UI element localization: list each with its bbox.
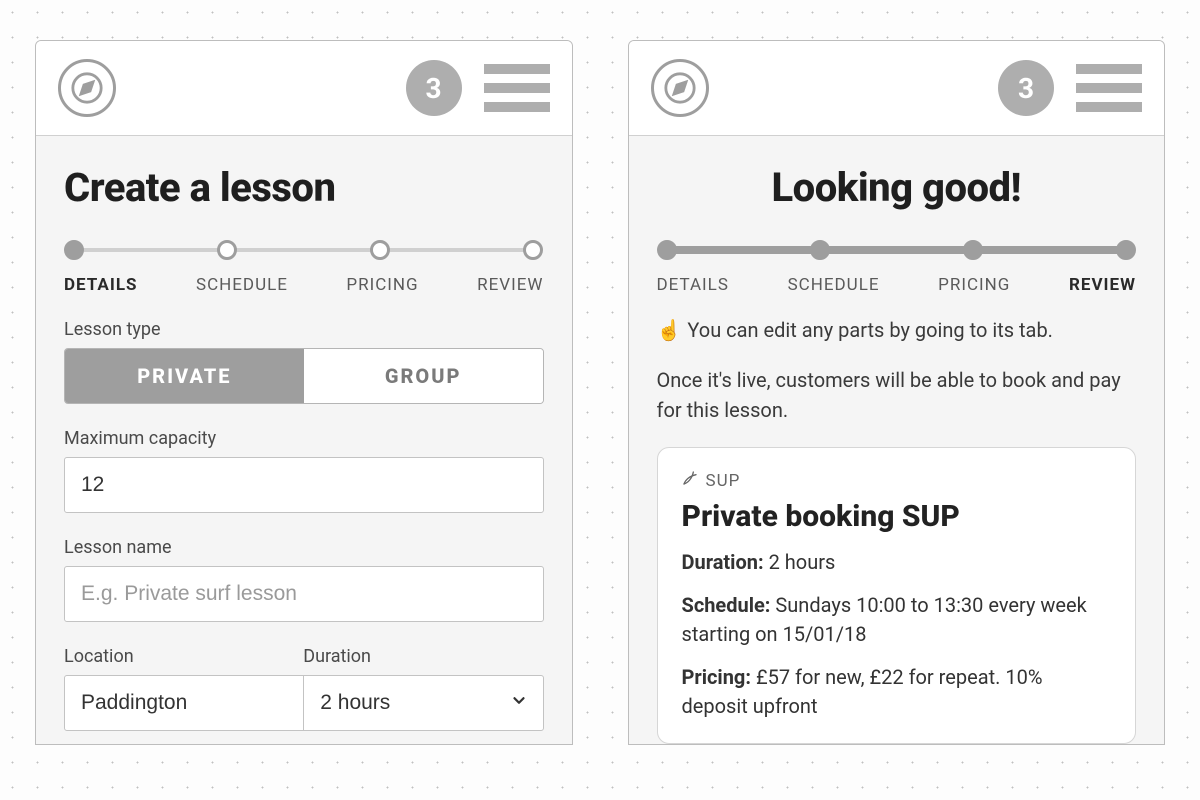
edit-hint: ☝️You can edit any parts by going to its… [657,315,1137,345]
page-title: Looking good! [657,164,1137,211]
app-header: 3 [36,41,572,136]
hamburger-menu-icon[interactable] [1076,64,1142,112]
step-dot-pricing[interactable] [370,240,390,260]
location-input[interactable] [64,675,304,731]
label-duration: Duration [303,646,543,667]
duration-select[interactable] [303,675,543,731]
card-duration: Duration: 2 hours [682,548,1112,577]
label-lesson-name: Lesson name [64,537,544,558]
compass-logo-icon [58,59,116,117]
hamburger-menu-icon[interactable] [484,64,550,112]
segmented-private-button[interactable]: PRIVATE [65,349,304,403]
max-capacity-input[interactable] [64,457,544,513]
notification-badge[interactable]: 3 [406,60,462,116]
notification-badge[interactable]: 3 [998,60,1054,116]
step-dot-review[interactable] [1116,240,1136,260]
edit-hint-text: You can edit any parts by going to its t… [687,318,1053,342]
segmented-group-button[interactable]: GROUP [304,349,543,403]
step-label-review[interactable]: REVIEW [1069,275,1136,295]
label-max-capacity: Maximum capacity [64,428,544,449]
step-dot-schedule[interactable] [810,240,830,260]
page-title: Create a lesson [64,164,544,211]
progress-stepper: DETAILS SCHEDULE PRICING REVIEW [64,239,544,295]
step-dot-details[interactable] [657,240,677,260]
label-location: Location [64,646,304,667]
compass-logo-icon [651,59,709,117]
step-label-details[interactable]: DETAILS [657,275,729,295]
review-card: SUP Private booking SUP Duration: 2 hour… [657,447,1137,744]
step-dot-review[interactable] [523,240,543,260]
card-category-text: SUP [706,471,741,491]
pointing-up-icon: ☝️ [657,318,682,342]
step-dot-schedule[interactable] [217,240,237,260]
step-label-schedule[interactable]: SCHEDULE [196,275,288,295]
step-label-review[interactable]: REVIEW [477,275,543,295]
live-info-text: Once it's live, customers will be able t… [657,365,1137,425]
step-label-details[interactable]: DETAILS [64,275,137,295]
card-pricing: Pricing: £57 for new, £22 for repeat. 10… [682,663,1112,721]
left-screen: 3 Create a lesson DETAILS [35,40,573,745]
right-screen: 3 Looking good! DETAILS SC [628,40,1166,745]
leaf-icon [682,470,698,491]
step-label-schedule[interactable]: SCHEDULE [788,275,880,295]
progress-stepper: DETAILS SCHEDULE PRICING REVIEW [657,239,1137,295]
step-label-pricing[interactable]: PRICING [938,275,1010,295]
step-dot-pricing[interactable] [963,240,983,260]
step-dot-details[interactable] [64,240,84,260]
step-label-pricing[interactable]: PRICING [346,275,418,295]
card-schedule: Schedule: Sundays 10:00 to 13:30 every w… [682,591,1112,649]
card-category: SUP [682,470,1112,491]
label-lesson-type: Lesson type [64,319,544,340]
lesson-type-segmented: PRIVATE GROUP [64,348,544,404]
app-header: 3 [629,41,1165,136]
card-title: Private booking SUP [682,499,1112,534]
lesson-name-input[interactable] [64,566,544,622]
